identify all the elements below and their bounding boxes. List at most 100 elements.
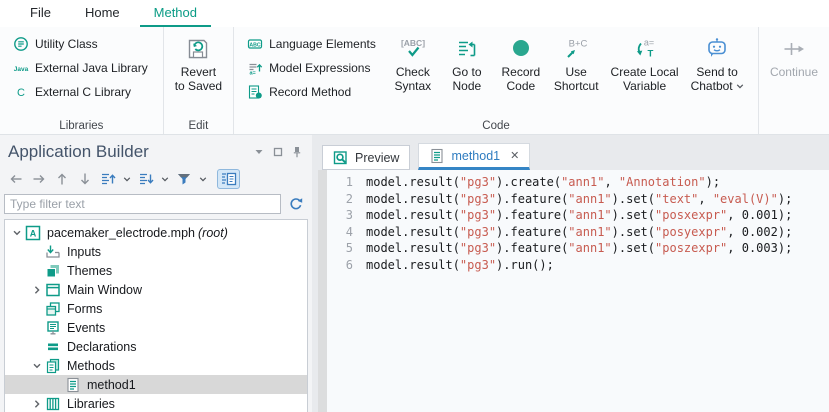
ribbon-button-language-elements[interactable]: ABCLanguage Elements <box>242 33 381 54</box>
nav-back-icon[interactable] <box>8 171 24 187</box>
editor-tab-method1[interactable]: method1 ✕ <box>418 143 530 170</box>
ribbon-group-label: Code <box>234 120 758 132</box>
tree-item-events[interactable]: Events <box>5 318 307 337</box>
chatbot-icon <box>704 36 730 62</box>
ribbon-group-libraries: Utility Class JavaExternal Java Library CE… <box>0 27 163 134</box>
panel-header: Application Builder <box>0 135 312 162</box>
panel-menu-icon[interactable] <box>254 147 264 157</box>
record-method-icon <box>247 84 263 100</box>
tree-item-label: pacemaker_electrode.mph <box>47 226 195 240</box>
panel-pin-icon[interactable] <box>292 146 302 158</box>
ribbon-button-label: Record Method <box>269 85 351 99</box>
tree-item-pacemaker-electrode-mph[interactable]: Apacemaker_electrode.mph(root) <box>5 223 307 242</box>
model-expressions-icon: a= <box>247 60 263 76</box>
line-number: 6 <box>327 257 353 274</box>
ribbon-button-label: CheckSyntax <box>395 65 432 93</box>
ribbon-button-record-method[interactable]: Record Method <box>242 81 381 102</box>
application-tree: Apacemaker_electrode.mph(root) Inputs Them… <box>4 219 308 412</box>
refresh-icon[interactable] <box>288 196 304 212</box>
tree-expanded-chevron-icon[interactable] <box>9 228 25 238</box>
tree-item-label: Inputs <box>67 245 101 259</box>
editor-tab-label: method1 <box>451 149 500 163</box>
check-syntax-icon: [ABC] <box>399 36 427 62</box>
svg-text:T: T <box>647 49 653 60</box>
create-local-variable-icon: a=T <box>631 36 659 62</box>
editor-tab-preview[interactable]: Preview <box>322 145 410 170</box>
ribbon-button-label: Go toNode <box>452 65 481 93</box>
application-builder-panel: Application Builder Apacemaker_electrode… <box>0 135 312 412</box>
chevron-down-icon[interactable] <box>161 175 169 183</box>
svg-text:a=: a= <box>643 38 653 48</box>
ribbon-button-label: Continue <box>770 65 818 79</box>
tree-item-libraries[interactable]: Libraries <box>5 394 307 412</box>
ribbon-button-use-shortcut[interactable]: B+CUseShortcut <box>549 29 604 93</box>
panel-toolbar <box>0 162 312 194</box>
line-number: 2 <box>327 191 353 208</box>
panel-float-icon[interactable] <box>273 147 283 157</box>
move-down-icon[interactable] <box>77 171 93 187</box>
tree-item-suffix: (root) <box>198 226 228 240</box>
ribbon-group-edit: Revertto SavedEdit <box>163 27 233 134</box>
ribbon-group-label: Libraries <box>0 120 163 132</box>
chevron-down-icon[interactable] <box>123 175 131 183</box>
svg-text:Java: Java <box>14 66 29 73</box>
ribbon-button-label: Revertto Saved <box>175 65 222 93</box>
toolbar-toggle-model-builder-toggle-icon[interactable] <box>217 169 240 189</box>
menu-tab-method[interactable]: Method <box>140 0 211 27</box>
editor-tabbar: Preview method1 ✕ <box>318 135 829 170</box>
application-window: FileHomeMethod Utility ClassJavaExternal… <box>0 0 829 412</box>
filter-input[interactable] <box>4 194 281 214</box>
tree-item-main-window[interactable]: Main Window <box>5 280 307 299</box>
menu-tab-file[interactable]: File <box>16 0 65 27</box>
panel-title: Application Builder <box>8 142 254 162</box>
line-number: 3 <box>327 207 353 224</box>
code-content[interactable]: model.result("pg3").create("ann1", "Anno… <box>353 170 792 412</box>
ribbon-button-create-local-variable[interactable]: a=TCreate LocalVariable <box>606 29 684 93</box>
c-icon: C <box>13 84 29 100</box>
filter-icon[interactable] <box>176 171 192 187</box>
tree-item-forms[interactable]: Forms <box>5 299 307 318</box>
tree-item-themes[interactable]: Themes <box>5 261 307 280</box>
nav-forward-icon[interactable] <box>31 171 47 187</box>
tree-item-label: Themes <box>67 264 112 278</box>
tree-item-methods[interactable]: Methods <box>5 356 307 375</box>
code-line: model.result("pg3").feature("ann1").set(… <box>366 191 792 208</box>
ribbon-button-external-c-library[interactable]: C External C Library <box>8 81 153 102</box>
ribbon-button-external-java-library[interactable]: JavaExternal Java Library <box>8 57 153 78</box>
tree-item-label: Events <box>67 321 105 335</box>
tree-item-method1[interactable]: method1 <box>5 375 307 394</box>
continue-icon <box>781 36 807 62</box>
close-icon[interactable]: ✕ <box>510 149 519 162</box>
list-move-up-icon[interactable] <box>100 171 116 187</box>
ribbon-button-label: External C Library <box>35 85 131 99</box>
breakpoint-gutter[interactable] <box>318 170 327 412</box>
line-number: 4 <box>327 224 353 241</box>
tree-collapsed-chevron-icon[interactable] <box>29 285 45 295</box>
method-doc-icon <box>65 377 81 393</box>
ribbon-button-record-code[interactable]: RecordCode <box>495 29 547 93</box>
ribbon-group-continue: Continue <box>758 27 829 134</box>
ribbon-button-model-expressions[interactable]: a=Model Expressions <box>242 57 381 78</box>
tree-collapsed-chevron-icon[interactable] <box>29 399 45 409</box>
code-editor[interactable]: 123456 model.result("pg3").create("ann1"… <box>318 170 829 412</box>
tree-expanded-chevron-icon[interactable] <box>29 361 45 371</box>
preview-icon <box>333 150 349 166</box>
ribbon-button-continue[interactable]: Continue <box>765 29 823 79</box>
chevron-down-icon[interactable] <box>199 175 207 183</box>
tree-item-declarations[interactable]: Declarations <box>5 337 307 356</box>
ribbon-button-utility-class[interactable]: Utility Class <box>8 33 153 54</box>
use-shortcut-icon: B+C <box>562 36 590 62</box>
ribbon-button-send-to-chatbot[interactable]: Send toChatbot <box>686 29 749 93</box>
ribbon-button-revert-to-saved[interactable]: Revertto Saved <box>170 29 227 93</box>
ribbon-button-go-to-node[interactable]: Go toNode <box>441 29 493 93</box>
tree-item-label: Methods <box>67 359 115 373</box>
svg-text:B+C: B+C <box>569 39 588 50</box>
ribbon-button-check-syntax[interactable]: [ABC] CheckSyntax <box>387 29 439 93</box>
move-up-icon[interactable] <box>54 171 70 187</box>
menu-tab-home[interactable]: Home <box>71 0 134 27</box>
inputs-icon <box>45 244 61 260</box>
declarations-icon <box>45 339 61 355</box>
tree-item-inputs[interactable]: Inputs <box>5 242 307 261</box>
list-move-down-icon[interactable] <box>138 171 154 187</box>
forms-icon <box>45 301 61 317</box>
